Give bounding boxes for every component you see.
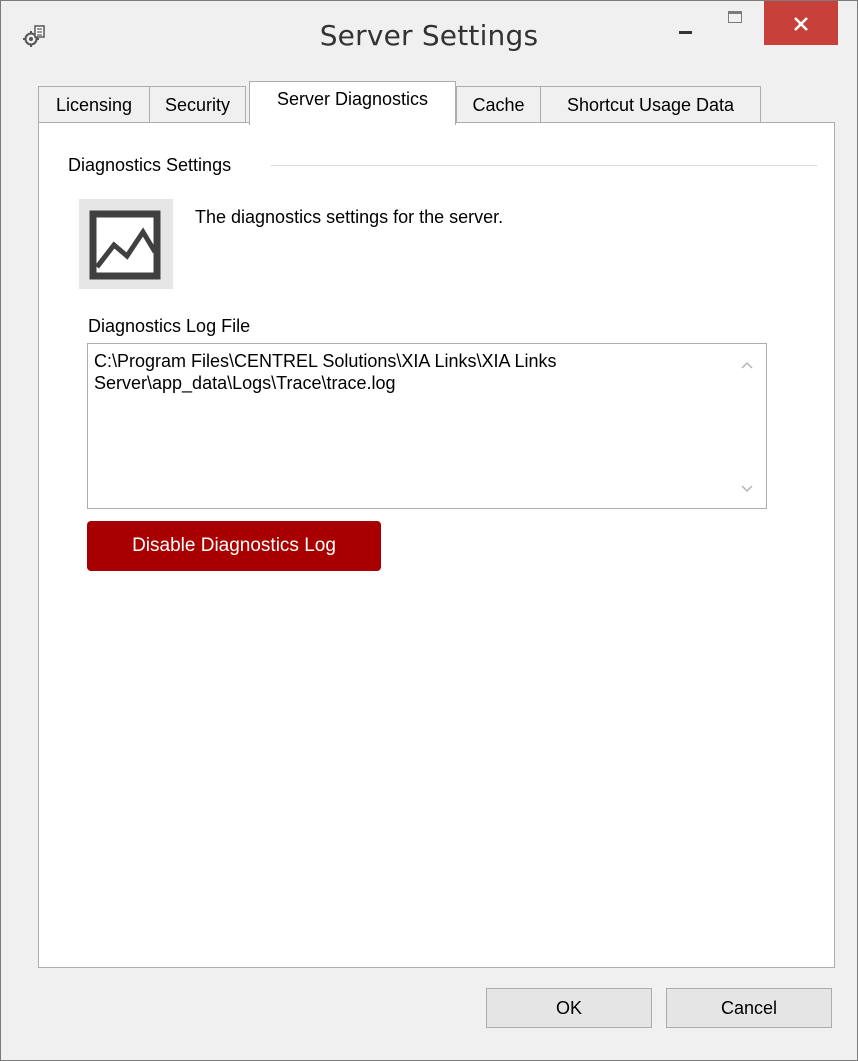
title-bar[interactable]: Server Settings [1, 1, 857, 67]
minimize-icon [679, 31, 692, 34]
maximize-icon [728, 11, 742, 23]
tab-cache[interactable]: Cache [456, 86, 541, 124]
diagnostics-description: The diagnostics settings for the server. [195, 207, 504, 227]
tab-server-diagnostics[interactable]: Server Diagnostics [249, 81, 456, 125]
ok-button[interactable]: OK [486, 988, 652, 1028]
disable-diagnostics-log-button[interactable]: Disable Diagnostics Log [87, 521, 381, 571]
maximize-button[interactable] [711, 1, 761, 45]
close-button[interactable] [764, 1, 838, 45]
log-file-path: C:\Program Files\CENTREL Solutions\XIA L… [94, 351, 557, 393]
tab-shortcut-usage-data[interactable]: Shortcut Usage Data [540, 86, 761, 124]
server-settings-window: Server Settings Licensing Security Serve… [0, 0, 858, 1061]
log-file-path-textbox[interactable]: C:\Program Files\CENTREL Solutions\XIA L… [87, 343, 767, 509]
scroll-down-icon[interactable] [740, 484, 754, 494]
log-file-label: Diagnostics Log File [88, 316, 251, 336]
cancel-button[interactable]: Cancel [666, 988, 832, 1028]
minimize-button[interactable] [661, 1, 709, 45]
server-diagnostics-panel: Diagnostics Settings The diagnostics set… [38, 122, 835, 968]
tab-licensing[interactable]: Licensing [38, 86, 150, 124]
diagnostics-settings-heading: Diagnostics Settings [68, 155, 240, 176]
close-icon [794, 17, 808, 31]
scroll-up-icon[interactable] [740, 360, 754, 370]
group-divider [271, 165, 817, 166]
line-chart-icon [79, 199, 173, 289]
tab-security[interactable]: Security [149, 86, 246, 124]
